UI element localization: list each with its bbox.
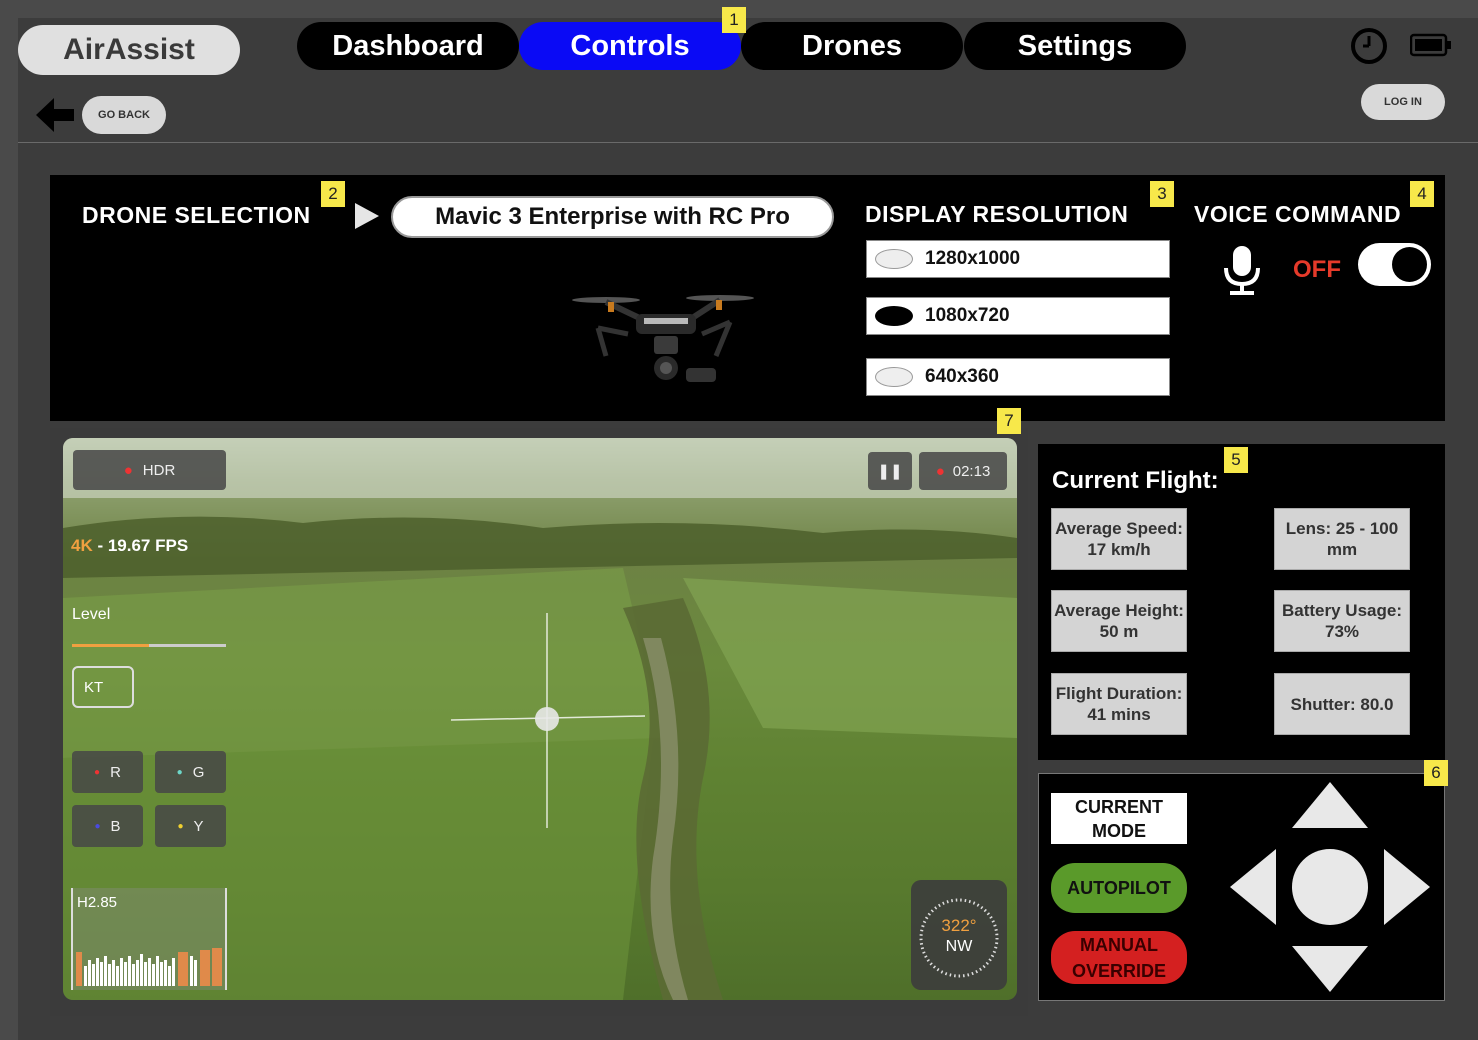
resolution-option-1280x1000[interactable]: 1280x1000 <box>866 240 1170 278</box>
left-arrow-button[interactable] <box>1230 849 1276 925</box>
header-divider <box>18 142 1478 143</box>
quality-prefix: 4K <box>71 536 93 555</box>
channel-b-button[interactable]: ● B <box>72 805 143 847</box>
right-arrow-button[interactable] <box>1384 849 1430 925</box>
tab-drones[interactable]: Drones <box>741 22 963 70</box>
annotation-badge-4: 4 <box>1410 181 1434 207</box>
manual-override-button[interactable]: MANUAL OVERRIDE <box>1051 931 1187 984</box>
stat-flight-duration: Flight Duration: 41 mins <box>1051 673 1187 735</box>
channel-label: Y <box>193 817 204 835</box>
stat-battery-usage: Battery Usage: 73% <box>1274 590 1410 652</box>
channel-label: B <box>110 817 121 835</box>
annotation-badge-1: 1 <box>722 7 746 33</box>
resolution-label: 1280x1000 <box>925 248 1021 269</box>
pause-icon: ❚❚ <box>877 463 903 480</box>
quality-readout: 4K - 19.67 FPS <box>71 536 188 556</box>
back-arrow-icon[interactable] <box>34 94 76 136</box>
teal-dot-icon: ● <box>176 766 183 778</box>
channel-r-button[interactable]: ● R <box>72 751 143 793</box>
annotation-badge-6: 6 <box>1424 760 1448 786</box>
tab-dashboard[interactable]: Dashboard <box>297 22 519 70</box>
drone-image <box>568 288 768 388</box>
battery-icon <box>1409 33 1452 57</box>
down-arrow-button[interactable] <box>1292 946 1368 992</box>
stat-average-speed: Average Speed: 17 km/h <box>1051 508 1187 570</box>
resolution-label: 640x360 <box>925 366 999 387</box>
microphone-icon[interactable] <box>1220 244 1264 296</box>
autopilot-button[interactable]: AUTOPILOT <box>1051 863 1187 913</box>
rec-time: 02:13 <box>952 462 991 480</box>
clock-icon[interactable] <box>1350 27 1388 65</box>
channel-label: R <box>110 763 121 781</box>
level-bar-fill <box>72 644 149 647</box>
channel-label: G <box>192 763 205 781</box>
resolution-option-640x360[interactable]: 640x360 <box>866 358 1170 396</box>
display-resolution-label: DISPLAY RESOLUTION <box>865 201 1129 227</box>
channel-y-button[interactable]: ● Y <box>155 805 226 847</box>
current-mode-label: CURRENT MODE <box>1051 793 1187 844</box>
resolution-option-1080x720[interactable]: 1080x720 <box>866 297 1170 335</box>
recording-timer: ● 02:13 <box>919 452 1007 490</box>
red-dot-icon: ● <box>123 461 133 479</box>
radio-button[interactable] <box>875 367 913 387</box>
annotation-badge-3: 3 <box>1150 181 1174 207</box>
voice-state-text: OFF <box>1293 256 1341 283</box>
heading-direction: NW <box>945 938 973 955</box>
blue-dot-icon: ● <box>94 820 101 832</box>
level-bar[interactable] <box>72 644 226 647</box>
stat-shutter: Shutter: 80.0 <box>1274 673 1410 735</box>
kt-button[interactable]: KT <box>72 666 134 708</box>
stat-average-height: Average Height: 50 m <box>1051 590 1187 652</box>
stat-lens: Lens: 25 - 100 mm <box>1274 508 1410 570</box>
compass: 322° NW <box>911 880 1007 990</box>
drone-selection-label: DRONE SELECTION <box>82 202 311 228</box>
tab-controls[interactable]: Controls <box>519 22 741 70</box>
tab-settings[interactable]: Settings <box>964 22 1186 70</box>
radio-button-selected[interactable] <box>875 306 913 326</box>
voice-toggle[interactable] <box>1358 243 1431 286</box>
hdr-label: HDR <box>142 461 176 479</box>
yellow-dot-icon: ● <box>177 820 184 832</box>
channel-g-button[interactable]: ● G <box>155 751 226 793</box>
up-arrow-button[interactable] <box>1292 782 1368 828</box>
pause-button[interactable]: ❚❚ <box>868 452 912 490</box>
app-logo[interactable]: AirAssist <box>18 25 240 75</box>
red-dot-icon: ● <box>94 766 101 778</box>
hdr-button[interactable]: ● HDR <box>73 450 226 490</box>
annotation-badge-5: 5 <box>1224 447 1248 473</box>
go-back-button[interactable]: GO BACK <box>82 96 166 134</box>
play-arrow-icon <box>355 203 379 229</box>
histogram-label: H2.85 <box>77 894 118 911</box>
resolution-label: 1080x720 <box>925 305 1010 326</box>
annotation-badge-2: 2 <box>321 181 345 207</box>
histogram: H2.85 <box>71 888 227 990</box>
toggle-knob <box>1392 247 1427 282</box>
level-label: Level <box>72 606 111 623</box>
record-dot-icon: ● <box>935 462 945 480</box>
radio-button[interactable] <box>875 249 913 269</box>
center-stop-button[interactable] <box>1292 849 1368 925</box>
annotation-badge-7: 7 <box>997 408 1021 434</box>
drone-select-dropdown[interactable]: Mavic 3 Enterprise with RC Pro <box>391 196 834 238</box>
current-flight-title: Current Flight: <box>1052 467 1219 494</box>
quality-text: - 19.67 FPS <box>92 536 189 555</box>
heading-degrees: 322° <box>941 916 977 935</box>
camera-feed[interactable]: ● HDR ❚❚ ● 02:13 4K - 19.67 FPS Level KT… <box>63 438 1017 1000</box>
voice-command-label: VOICE COMMAND <box>1194 201 1402 227</box>
login-button[interactable]: LOG IN <box>1361 84 1445 120</box>
